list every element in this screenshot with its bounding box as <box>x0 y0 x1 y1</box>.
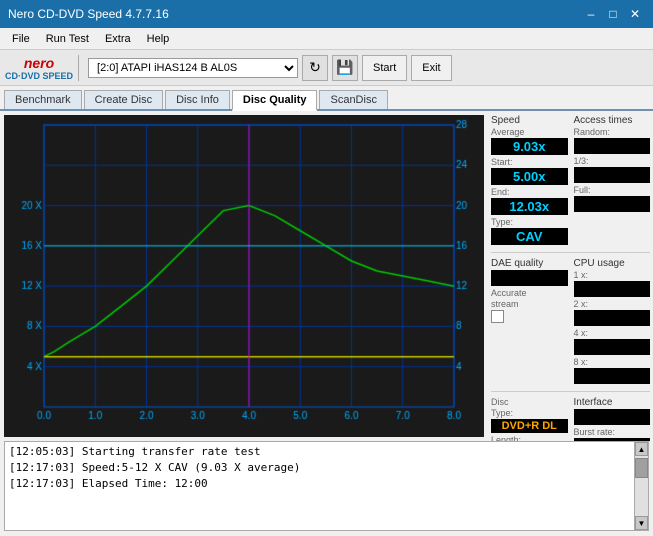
avg-value: 9.03x <box>491 138 568 155</box>
title-bar: Nero CD-DVD Speed 4.7.7.16 – □ ✕ <box>0 0 653 28</box>
cpu-8x-label: 8 x: <box>574 357 651 367</box>
chart-area <box>4 115 484 437</box>
cpu-1x-value <box>574 281 651 297</box>
menu-run-test[interactable]: Run Test <box>38 31 97 47</box>
disc-type-label2: Type: <box>491 408 568 418</box>
cpu-8x-value <box>574 368 651 384</box>
scroll-down-button[interactable]: ▼ <box>635 516 648 530</box>
disc-type-value: DVD+R DL <box>491 419 568 433</box>
toolbar: nero CD·DVD SPEED [2:0] ATAPI iHAS124 B … <box>0 50 653 86</box>
full-value <box>574 196 651 212</box>
log-line-1: [12:05:03] Starting transfer rate test <box>9 444 630 460</box>
window-controls: – □ ✕ <box>581 4 645 24</box>
save-button[interactable]: 💾 <box>332 55 358 81</box>
tab-disc-quality[interactable]: Disc Quality <box>232 90 318 111</box>
random-value <box>574 138 651 154</box>
burst-label: Burst rate: <box>574 427 651 437</box>
right-panel: Speed Average 9.03x Start: 5.00x End: 12… <box>488 111 653 441</box>
interface-value <box>574 409 651 425</box>
start-value: 5.00x <box>491 168 568 185</box>
logo-sub: CD·DVD SPEED <box>5 71 73 81</box>
random-label: Random: <box>574 127 651 137</box>
cpu-1x-label: 1 x: <box>574 270 651 280</box>
close-button[interactable]: ✕ <box>625 4 645 24</box>
dae-label: DAE quality <box>491 258 568 269</box>
accurate-stream-row <box>491 310 568 323</box>
disc-label: Disc <box>491 397 568 407</box>
main-content: Speed Average 9.03x Start: 5.00x End: 12… <box>0 111 653 441</box>
accurate-label: Accurate <box>491 288 568 298</box>
tab-benchmark[interactable]: Benchmark <box>4 90 82 109</box>
type-label: Type: <box>491 217 568 227</box>
full-label: Full: <box>574 185 651 195</box>
app-title: Nero CD-DVD Speed 4.7.7.16 <box>8 7 169 21</box>
exit-button[interactable]: Exit <box>411 55 451 81</box>
end-label: End: <box>491 187 568 197</box>
menu-extra[interactable]: Extra <box>97 31 139 47</box>
cpu-4x-value <box>574 339 651 355</box>
onethird-label: 1/3: <box>574 156 651 166</box>
cpu-usage-section: CPU usage 1 x: 2 x: 4 x: 8 x: <box>574 258 651 386</box>
speed-label: Speed <box>491 115 568 126</box>
log-area: [12:05:03] Starting transfer rate test [… <box>4 441 649 531</box>
refresh-button[interactable]: ↻ <box>302 55 328 81</box>
tab-disc-info[interactable]: Disc Info <box>165 90 230 109</box>
log-content: [12:05:03] Starting transfer rate test [… <box>5 442 634 530</box>
log-line-2: [12:17:03] Speed:5-12 X CAV (9.03 X aver… <box>9 460 630 476</box>
scroll-up-button[interactable]: ▲ <box>635 442 648 456</box>
log-scrollbar[interactable]: ▲ ▼ <box>634 442 648 530</box>
interface-label: Interface <box>574 397 651 408</box>
disc-type-section: Disc Type: DVD+R DL Length: 7.96 GB <box>491 397 568 441</box>
dae-value <box>491 270 568 286</box>
speed-section: Speed Average 9.03x Start: 5.00x End: 12… <box>491 115 568 247</box>
interface-section: Interface Burst rate: <box>574 397 651 441</box>
accurate-label2: stream <box>491 299 568 309</box>
scroll-track <box>635 456 648 516</box>
cpu-label: CPU usage <box>574 258 651 269</box>
tab-scan-disc[interactable]: ScanDisc <box>319 90 387 109</box>
access-times-section: Access times Random: 1/3: Full: <box>574 115 651 247</box>
cpu-2x-label: 2 x: <box>574 299 651 309</box>
logo: nero CD·DVD SPEED <box>5 55 79 81</box>
maximize-button[interactable]: □ <box>603 4 623 24</box>
avg-label: Average <box>491 127 568 137</box>
dae-section: DAE quality Accurate stream <box>491 258 568 386</box>
menu-file[interactable]: File <box>4 31 38 47</box>
speed-chart <box>4 115 484 437</box>
drive-select[interactable]: [2:0] ATAPI iHAS124 B AL0S <box>88 58 298 78</box>
onethird-value <box>574 167 651 183</box>
end-value: 12.03x <box>491 198 568 215</box>
log-line-3: [12:17:03] Elapsed Time: 12:00 <box>9 476 630 492</box>
accurate-stream-checkbox[interactable] <box>491 310 504 323</box>
logo-nero: nero <box>24 55 54 71</box>
minimize-button[interactable]: – <box>581 4 601 24</box>
menu-bar: File Run Test Extra Help <box>0 28 653 50</box>
access-times-label: Access times <box>574 115 651 126</box>
menu-help[interactable]: Help <box>139 31 178 47</box>
tab-create-disc[interactable]: Create Disc <box>84 90 163 109</box>
cpu-4x-label: 4 x: <box>574 328 651 338</box>
scroll-thumb[interactable] <box>635 458 648 478</box>
start-button[interactable]: Start <box>362 55 407 81</box>
tab-bar: Benchmark Create Disc Disc Info Disc Qua… <box>0 86 653 111</box>
type-value: CAV <box>491 228 568 245</box>
start-label: Start: <box>491 157 568 167</box>
cpu-2x-value <box>574 310 651 326</box>
